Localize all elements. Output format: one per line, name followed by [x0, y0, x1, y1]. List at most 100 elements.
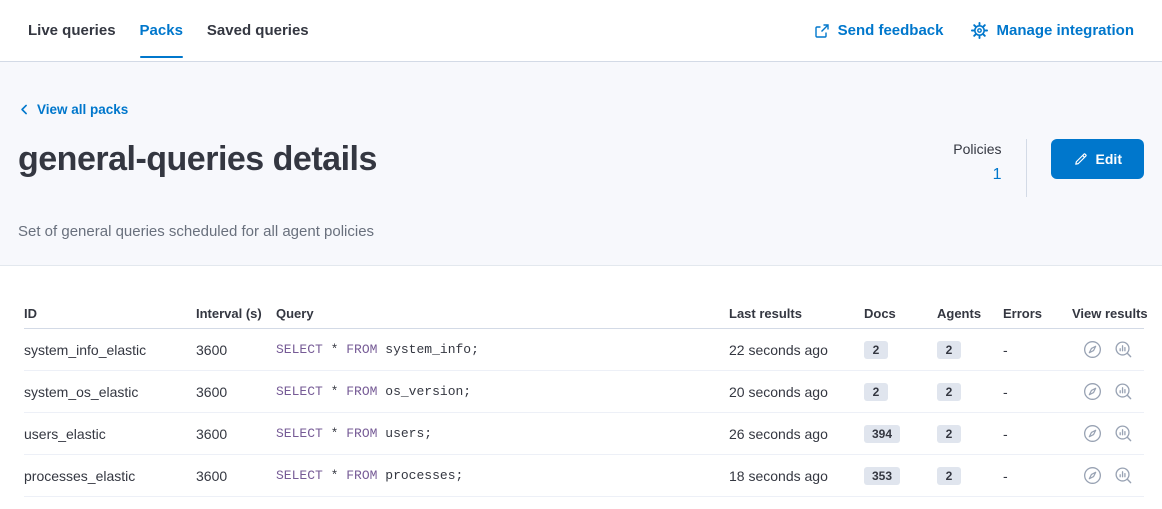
edit-button[interactable]: Edit [1051, 139, 1144, 179]
queries-table-section: ID Interval (s) Query Last results Docs … [0, 266, 1162, 497]
top-actions: Send feedback Manage integration [814, 0, 1134, 61]
agents-cell: 2 [937, 383, 1003, 401]
sql-keyword-select: SELECT [276, 342, 323, 357]
interval-cell: 3600 [196, 426, 276, 442]
errors-cell: - [1003, 468, 1072, 484]
lens-magnifier-icon [1114, 340, 1133, 359]
column-header-id: ID [24, 306, 196, 321]
view-all-packs-link[interactable]: View all packs [18, 102, 128, 117]
docs-cell: 2 [864, 341, 937, 359]
external-link-icon [814, 23, 830, 39]
errors-cell: - [1003, 342, 1072, 358]
column-header-interval: Interval (s) [196, 306, 276, 321]
compass-icon [1083, 340, 1102, 359]
sql-table-name: processes; [385, 468, 463, 483]
errors-cell: - [1003, 384, 1072, 400]
lens-magnifier-icon [1114, 466, 1133, 485]
view-in-discover-button[interactable] [1083, 382, 1102, 401]
interval-cell: 3600 [196, 342, 276, 358]
view-in-lens-button[interactable] [1114, 382, 1133, 401]
agents-cell: 2 [937, 425, 1003, 443]
sql-star: * [331, 384, 339, 399]
docs-count-badge: 2 [864, 341, 888, 359]
last-results-cell: 18 seconds ago [729, 468, 864, 484]
column-header-docs: Docs [864, 306, 937, 321]
pack-description: Set of general queries scheduled for all… [18, 223, 1144, 240]
sql-star: * [331, 468, 339, 483]
query-sql-cell: SELECT * FROM users; [276, 426, 729, 441]
page-header: View all packs general-queries details P… [0, 62, 1162, 266]
send-feedback-link[interactable]: Send feedback [814, 22, 944, 39]
view-results-cell [1072, 424, 1144, 443]
docs-count-badge: 394 [864, 425, 900, 443]
page-title: general-queries details [18, 139, 377, 180]
docs-cell: 2 [864, 383, 937, 401]
view-results-cell [1072, 466, 1144, 485]
query-sql-cell: SELECT * FROM system_info; [276, 342, 729, 357]
column-header-errors: Errors [1003, 306, 1072, 321]
query-id-cell: system_info_elastic [24, 342, 196, 358]
manage-integration-label: Manage integration [996, 22, 1134, 39]
policies-value[interactable]: 1 [953, 166, 1001, 184]
docs-cell: 394 [864, 425, 937, 443]
query-id-cell: system_os_elastic [24, 384, 196, 400]
view-all-packs-label: View all packs [37, 102, 128, 117]
sql-star: * [331, 426, 339, 441]
policies-stat: Policies 1 [953, 141, 1001, 184]
sql-table-name: users; [385, 426, 432, 441]
agents-cell: 2 [937, 341, 1003, 359]
agents-count-badge: 2 [937, 341, 961, 359]
view-in-discover-button[interactable] [1083, 340, 1102, 359]
sql-keyword-select: SELECT [276, 426, 323, 441]
chevron-left-icon [18, 103, 31, 116]
agents-count-badge: 2 [937, 425, 961, 443]
column-header-agents: Agents [937, 306, 1003, 321]
column-header-query: Query [276, 306, 729, 321]
view-results-cell [1072, 340, 1144, 359]
view-in-lens-button[interactable] [1114, 466, 1133, 485]
view-in-discover-button[interactable] [1083, 424, 1102, 443]
table-row: system_info_elastic 3600 SELECT * FROM s… [24, 329, 1144, 371]
view-in-lens-button[interactable] [1114, 340, 1133, 359]
tab-live-queries[interactable]: Live queries [28, 0, 116, 61]
edit-button-label: Edit [1096, 151, 1122, 167]
column-header-last-results: Last results [729, 306, 864, 321]
sql-keyword-from: FROM [346, 384, 377, 399]
sql-keyword-from: FROM [346, 426, 377, 441]
last-results-cell: 20 seconds ago [729, 384, 864, 400]
vertical-divider [1026, 139, 1027, 197]
query-sql-cell: SELECT * FROM os_version; [276, 384, 729, 399]
gear-icon [971, 22, 988, 39]
sql-table-name: os_version; [385, 384, 471, 399]
interval-cell: 3600 [196, 468, 276, 484]
compass-icon [1083, 424, 1102, 443]
docs-count-badge: 2 [864, 383, 888, 401]
sql-keyword-select: SELECT [276, 384, 323, 399]
errors-cell: - [1003, 426, 1072, 442]
tab-saved-queries[interactable]: Saved queries [207, 0, 309, 61]
top-nav-bar: Live queries Packs Saved queries Send fe… [0, 0, 1162, 62]
lens-magnifier-icon [1114, 382, 1133, 401]
docs-cell: 353 [864, 467, 937, 485]
query-sql-cell: SELECT * FROM processes; [276, 468, 729, 483]
column-header-view-results: View results [1072, 306, 1148, 321]
compass-icon [1083, 382, 1102, 401]
view-in-lens-button[interactable] [1114, 424, 1133, 443]
header-right: Policies 1 Edit [953, 139, 1144, 197]
sql-keyword-select: SELECT [276, 468, 323, 483]
table-row: system_os_elastic 3600 SELECT * FROM os_… [24, 371, 1144, 413]
header-row: general-queries details Policies 1 Edit [18, 139, 1144, 197]
manage-integration-link[interactable]: Manage integration [971, 22, 1134, 39]
agents-count-badge: 2 [937, 467, 961, 485]
policies-label: Policies [953, 141, 1001, 157]
table-header-row: ID Interval (s) Query Last results Docs … [24, 299, 1144, 329]
query-id-cell: users_elastic [24, 426, 196, 442]
pencil-icon [1073, 152, 1088, 167]
lens-magnifier-icon [1114, 424, 1133, 443]
last-results-cell: 22 seconds ago [729, 342, 864, 358]
view-in-discover-button[interactable] [1083, 466, 1102, 485]
send-feedback-label: Send feedback [838, 22, 944, 39]
agents-count-badge: 2 [937, 383, 961, 401]
tab-packs[interactable]: Packs [140, 0, 183, 61]
sql-table-name: system_info; [385, 342, 479, 357]
